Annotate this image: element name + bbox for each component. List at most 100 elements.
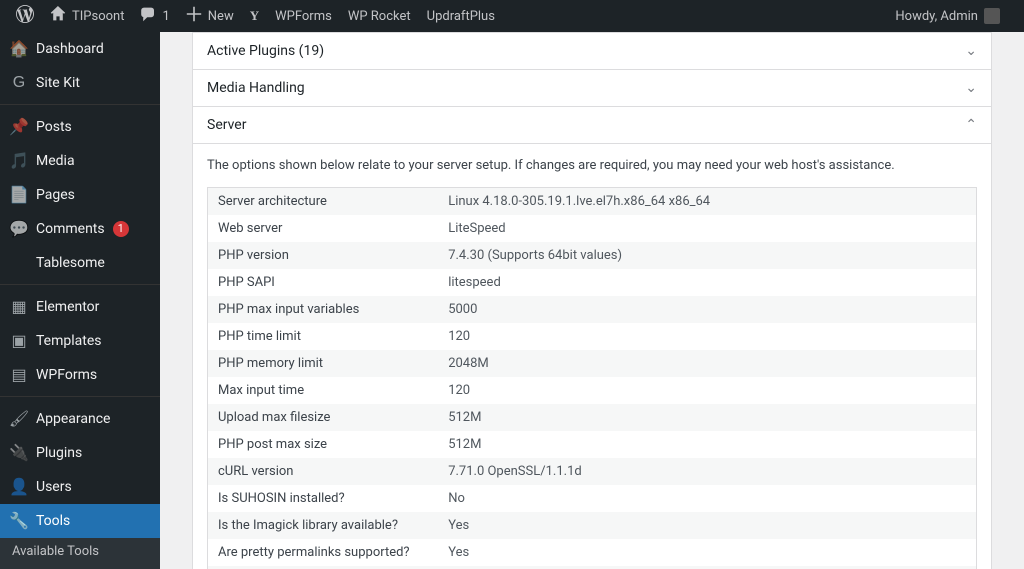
sub-import[interactable]: Import	[0, 565, 160, 569]
table-key: Web server	[208, 215, 439, 242]
accordion-title: Active Plugins (19)	[207, 43, 324, 59]
toolbar-comments[interactable]: 1	[132, 0, 177, 32]
table-value: LiteSpeed	[438, 215, 976, 242]
table-key: PHP SAPI	[208, 269, 439, 296]
toolbar-wprocket[interactable]: WP Rocket	[340, 0, 419, 32]
wordpress-icon	[16, 5, 34, 27]
toolbar-wpforms[interactable]: WPForms	[267, 0, 340, 32]
toolbar-howdy[interactable]: Howdy, Admin	[887, 0, 1008, 32]
sidebar-media[interactable]: 🎵Media	[0, 144, 160, 178]
accordion-header-active-plugins[interactable]: Active Plugins (19) ⌄	[193, 33, 991, 69]
site-name-link[interactable]: TIPsoont	[42, 0, 132, 32]
comment-icon	[140, 6, 156, 26]
table-value: 5000	[438, 296, 976, 323]
table-key: PHP version	[208, 242, 439, 269]
sidebar-appearance[interactable]: 🖌Appearance	[0, 402, 160, 436]
page-icon: 📄	[10, 186, 28, 204]
accordion-header-media-handling[interactable]: Media Handling ⌄	[193, 70, 991, 106]
accordion-title: Media Handling	[207, 80, 305, 96]
table-row: Are pretty permalinks supported?Yes	[208, 539, 977, 566]
table-value: 512M	[438, 431, 976, 458]
accordion-active-plugins: Active Plugins (19) ⌄	[192, 32, 992, 70]
sidebar-posts[interactable]: 📌Posts	[0, 110, 160, 144]
toolbar-yoast[interactable]: Y	[242, 0, 267, 32]
sidebar-templates[interactable]: ▣Templates	[0, 324, 160, 358]
accordion-title: Server	[207, 117, 246, 133]
server-description: The options shown below relate to your s…	[207, 158, 977, 173]
toolbar-new[interactable]: New	[178, 0, 242, 32]
table-value: 120	[438, 323, 976, 350]
table-value: No	[438, 485, 976, 512]
sidebar-dashboard[interactable]: 🏠Dashboard	[0, 32, 160, 66]
table-row: cURL version7.71.0 OpenSSL/1.1.1d	[208, 458, 977, 485]
table-row: PHP version7.4.30 (Supports 64bit values…	[208, 242, 977, 269]
table-value: 7.71.0 OpenSSL/1.1.1d	[438, 458, 976, 485]
table-key: Max input time	[208, 377, 439, 404]
table-row: PHP post max size512M	[208, 431, 977, 458]
server-info-table: Server architectureLinux 4.18.0-305.19.1…	[207, 187, 977, 569]
table-key: Server architecture	[208, 188, 439, 216]
sidebar-wpforms[interactable]: ▤WPForms	[0, 358, 160, 392]
yoast-icon: Y	[250, 8, 259, 24]
templates-icon: ▣	[10, 332, 28, 350]
table-key: Upload max filesize	[208, 404, 439, 431]
sub-available-tools[interactable]: Available Tools	[0, 538, 160, 565]
table-row: PHP memory limit2048M	[208, 350, 977, 377]
table-row: Max input time120	[208, 377, 977, 404]
accordion-header-server[interactable]: Server ⌃	[193, 107, 991, 143]
table-value: Yes	[438, 512, 976, 539]
table-row: Upload max filesize512M	[208, 404, 977, 431]
pin-icon: 📌	[10, 118, 28, 136]
howdy-text: Howdy, Admin	[895, 9, 978, 24]
user-icon: 👤	[10, 478, 28, 496]
sidebar-tools[interactable]: 🔧Tools	[0, 504, 160, 538]
sidebar-pages[interactable]: 📄Pages	[0, 178, 160, 212]
media-icon: 🎵	[10, 152, 28, 170]
table-row: Is SUHOSIN installed?No	[208, 485, 977, 512]
table-value: Yes	[438, 539, 976, 566]
brush-icon: 🖌	[10, 410, 28, 428]
sidebar-elementor[interactable]: ▦Elementor	[0, 290, 160, 324]
toolbar-comment-count: 1	[162, 9, 169, 24]
plus-icon	[186, 6, 202, 26]
table-row: PHP time limit120	[208, 323, 977, 350]
accordion-media-handling: Media Handling ⌄	[192, 69, 992, 107]
toolbar-updraftplus[interactable]: UpdraftPlus	[419, 0, 503, 32]
wrench-icon: 🔧	[10, 512, 28, 530]
sidebar-separator	[0, 100, 160, 105]
table-value: 7.4.30 (Supports 64bit values)	[438, 242, 976, 269]
table-key: PHP max input variables	[208, 296, 439, 323]
chevron-up-icon: ⌃	[965, 117, 977, 133]
table-value: Linux 4.18.0-305.19.1.lve.el7h.x86_64 x8…	[438, 188, 976, 216]
table-row: Server architectureLinux 4.18.0-305.19.1…	[208, 188, 977, 216]
sidebar-plugins[interactable]: 🔌Plugins	[0, 436, 160, 470]
wp-logo[interactable]	[8, 0, 42, 32]
home-icon	[50, 6, 66, 26]
sidebar-users[interactable]: 👤Users	[0, 470, 160, 504]
plugin-icon: 🔌	[10, 444, 28, 462]
accordion-server: Server ⌃ The options shown below relate …	[192, 106, 992, 569]
table-value: 2048M	[438, 350, 976, 377]
table-key: PHP time limit	[208, 323, 439, 350]
sidebar-separator	[0, 280, 160, 285]
content-area: Active Plugins (19) ⌄ Media Handling ⌄ S…	[160, 32, 1024, 569]
chevron-down-icon: ⌄	[965, 43, 977, 59]
sidebar-tablesome[interactable]: Tablesome	[0, 246, 160, 280]
table-key: PHP post max size	[208, 431, 439, 458]
table-key: cURL version	[208, 458, 439, 485]
sidebar-sitekit[interactable]: GSite Kit	[0, 66, 160, 100]
site-name-text: TIPsoont	[72, 9, 124, 24]
table-key: PHP memory limit	[208, 350, 439, 377]
sidebar-separator	[0, 392, 160, 397]
admin-toolbar: TIPsoont 1 New Y WPForms WP Rocket Updra…	[0, 0, 1024, 32]
admin-sidebar: 🏠Dashboard GSite Kit 📌Posts 🎵Media 📄Page…	[0, 32, 160, 569]
dashboard-icon: 🏠	[10, 40, 28, 58]
chevron-down-icon: ⌄	[965, 80, 977, 96]
avatar	[984, 8, 1000, 24]
comment-icon: 💬	[10, 220, 28, 238]
table-key: Is the Imagick library available?	[208, 512, 439, 539]
tablesome-icon	[10, 254, 28, 272]
sidebar-tools-submenu: Available Tools Import Export Site Healt…	[0, 538, 160, 569]
sidebar-comments[interactable]: 💬Comments1	[0, 212, 160, 246]
table-value: 120	[438, 377, 976, 404]
